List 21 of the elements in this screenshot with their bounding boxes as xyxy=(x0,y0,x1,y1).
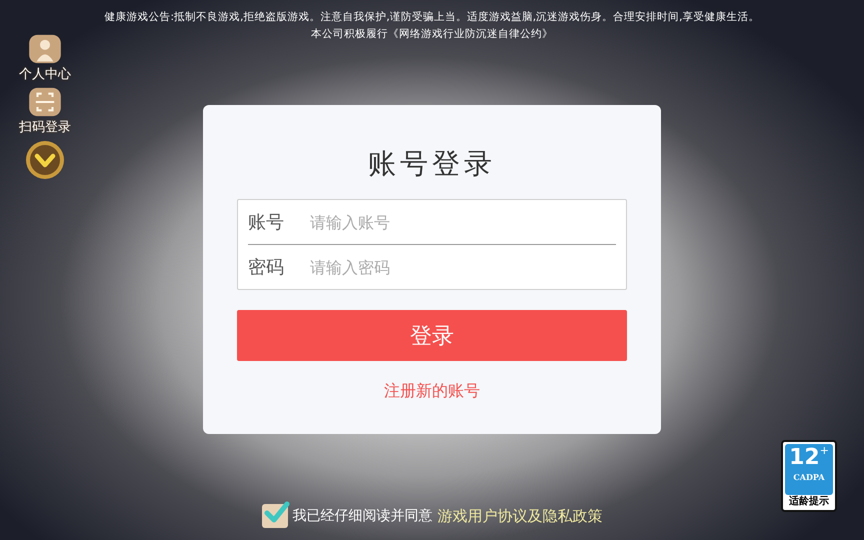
notice-text: 健康游戏公告:抵制不良游戏,拒绝盗版游戏。注意自我保护,谨防受骗上当。适度游戏益脑,沉迷游戏伤身。合理安排时间,享受健康生活。 xyxy=(104,10,760,25)
badge-caption: 适龄提示 xyxy=(788,495,830,508)
org-text: CADPA xyxy=(793,472,825,482)
menu-label[interactable]: 个人中心 xyxy=(19,65,71,83)
chevron-down-icon[interactable] xyxy=(25,140,65,180)
agreement-link[interactable]: 游戏用户协议及隐私政策 xyxy=(438,506,602,526)
input-field[interactable]: 请输入密码 xyxy=(308,256,616,278)
agree-checkbox[interactable] xyxy=(262,504,288,528)
person-icon[interactable] xyxy=(28,34,62,64)
agreement-text: 我已经仔细阅读并同意 xyxy=(292,507,432,525)
field-label: 密码 xyxy=(248,256,285,279)
age-number: 12 xyxy=(789,444,820,472)
login-button[interactable]: 登录 xyxy=(237,310,627,361)
register-link[interactable]: 注册新的账号 xyxy=(384,381,480,402)
login-title: 账号登录 xyxy=(368,146,496,179)
input-field[interactable]: 请输入账号 xyxy=(308,212,616,232)
plus-sign: + xyxy=(820,444,829,457)
field-label: 账号 xyxy=(248,211,285,234)
scan-icon[interactable] xyxy=(28,87,62,117)
notice-text: 本公司积极履行《网络游戏行业防沉迷自律公约》 xyxy=(310,27,554,42)
menu-label[interactable]: 扫码登录 xyxy=(19,118,71,136)
